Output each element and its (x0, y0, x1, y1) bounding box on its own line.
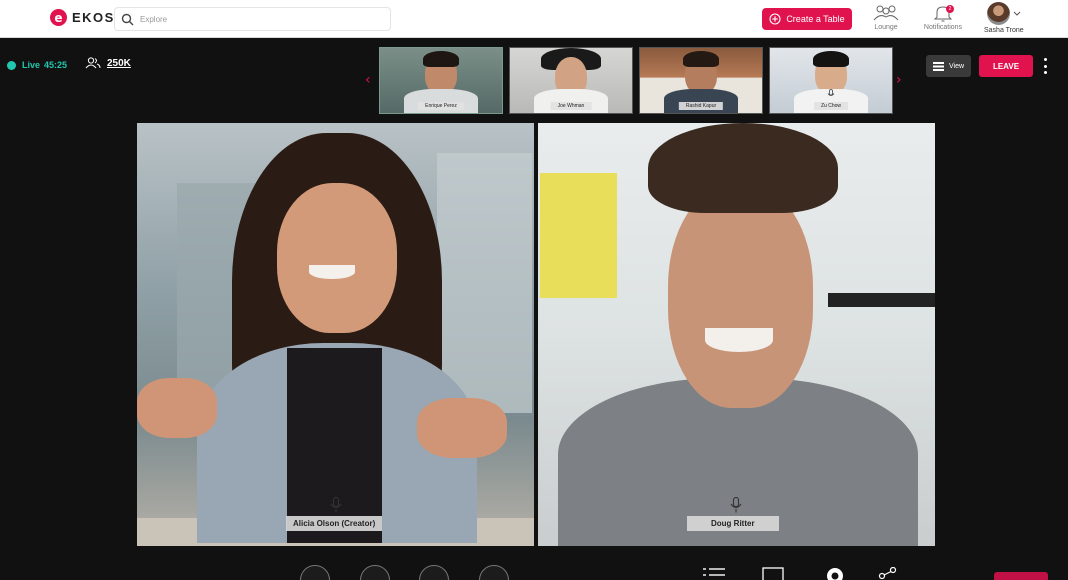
notification-count-badge: 2 (946, 5, 954, 13)
list-icon[interactable] (703, 567, 725, 580)
microphone-toggle-button[interactable] (360, 565, 390, 580)
record-icon[interactable] (826, 567, 844, 580)
user-menu[interactable]: Sasha Trone (984, 2, 1024, 34)
strip-prev-arrow-icon[interactable]: ‹ (365, 73, 371, 87)
person-hair (648, 123, 838, 213)
raise-hand-button[interactable] (419, 565, 449, 580)
participant-name: Rashid Kapur (678, 102, 724, 110)
whiteboard-icon[interactable] (762, 567, 784, 580)
background-shelf-line (828, 293, 935, 307)
participant-name: Joe Whman (550, 102, 592, 110)
participant-name: Enrique Perez (418, 102, 464, 110)
person-left-hand (137, 378, 217, 438)
person-face (668, 183, 813, 408)
ekos-logo[interactable]: e EKOS (50, 9, 115, 26)
video-tile[interactable]: Doug Ritter (538, 123, 935, 546)
strip-next-arrow-icon[interactable]: › (896, 73, 902, 87)
search-icon (121, 13, 134, 25)
leave-button[interactable]: LEAVE (979, 55, 1033, 77)
participant-thumb[interactable]: Joe Whman (509, 47, 633, 114)
nav-notifications[interactable]: 2 Notifications (921, 4, 965, 31)
share-screen-button[interactable] (479, 565, 509, 580)
participant-name: Zu Chow (813, 102, 849, 110)
users-icon (85, 57, 101, 69)
live-label: Live (22, 60, 41, 70)
create-table-label: Create a Table (786, 14, 845, 24)
more-options-icon[interactable] (1040, 56, 1050, 76)
microphone-icon (827, 89, 835, 96)
bell-icon (933, 6, 953, 22)
background-window (437, 153, 532, 413)
lounge-people-icon (873, 5, 899, 21)
camera-toggle-button[interactable] (300, 565, 330, 580)
nav-lounge[interactable]: Lounge (871, 4, 901, 31)
person-face (277, 183, 397, 333)
person-right-hand (417, 398, 507, 458)
live-dot-icon (7, 60, 16, 70)
plus-circle-icon (769, 13, 781, 25)
microphone-icon (730, 497, 742, 513)
search-box[interactable] (114, 7, 391, 31)
participant-hair (423, 51, 459, 67)
viewer-count-value: 250K (107, 57, 131, 69)
create-table-button[interactable]: Create a Table (762, 8, 852, 30)
participant-name-label: Doug Ritter (687, 516, 779, 531)
chevron-down-icon (1013, 11, 1021, 16)
participant-thumb[interactable]: Enrique Perez (379, 47, 503, 114)
view-button-label: View (948, 62, 965, 70)
chat-toggle-button[interactable] (994, 572, 1048, 580)
person-top (287, 348, 382, 543)
nav-lounge-label: Lounge (874, 24, 898, 31)
background-yellow-panel (540, 173, 617, 298)
participant-hair (683, 51, 719, 67)
participant-thumb[interactable]: Zu Chow (769, 47, 893, 114)
person-smile (309, 265, 355, 279)
layout-list-icon (932, 61, 944, 71)
video-tile[interactable]: Alicia Olson (Creator) (137, 123, 534, 546)
search-input[interactable] (140, 14, 380, 24)
live-status: Live 45:25 (7, 60, 67, 70)
nav-notifications-label: Notifications (923, 24, 963, 31)
ekos-logo-icon: e (50, 9, 67, 26)
live-timer: 45:25 (44, 60, 68, 70)
avatar (986, 2, 1010, 25)
view-button[interactable]: View (926, 55, 971, 77)
share-icon[interactable] (878, 567, 898, 580)
logo-text: EKOS (72, 10, 115, 25)
microphone-icon (330, 497, 342, 513)
person-smile (705, 328, 773, 352)
participant-thumb[interactable]: Rashid Kapur (639, 47, 763, 114)
user-name: Sasha Trone (984, 27, 1024, 34)
top-navigation-bar: e EKOS Create a Table Lounge 2 Notificat… (0, 0, 1068, 38)
participant-name-label: Alicia Olson (Creator) (286, 516, 383, 531)
viewer-count[interactable]: 250K (85, 57, 131, 69)
participant-hair (813, 51, 849, 67)
